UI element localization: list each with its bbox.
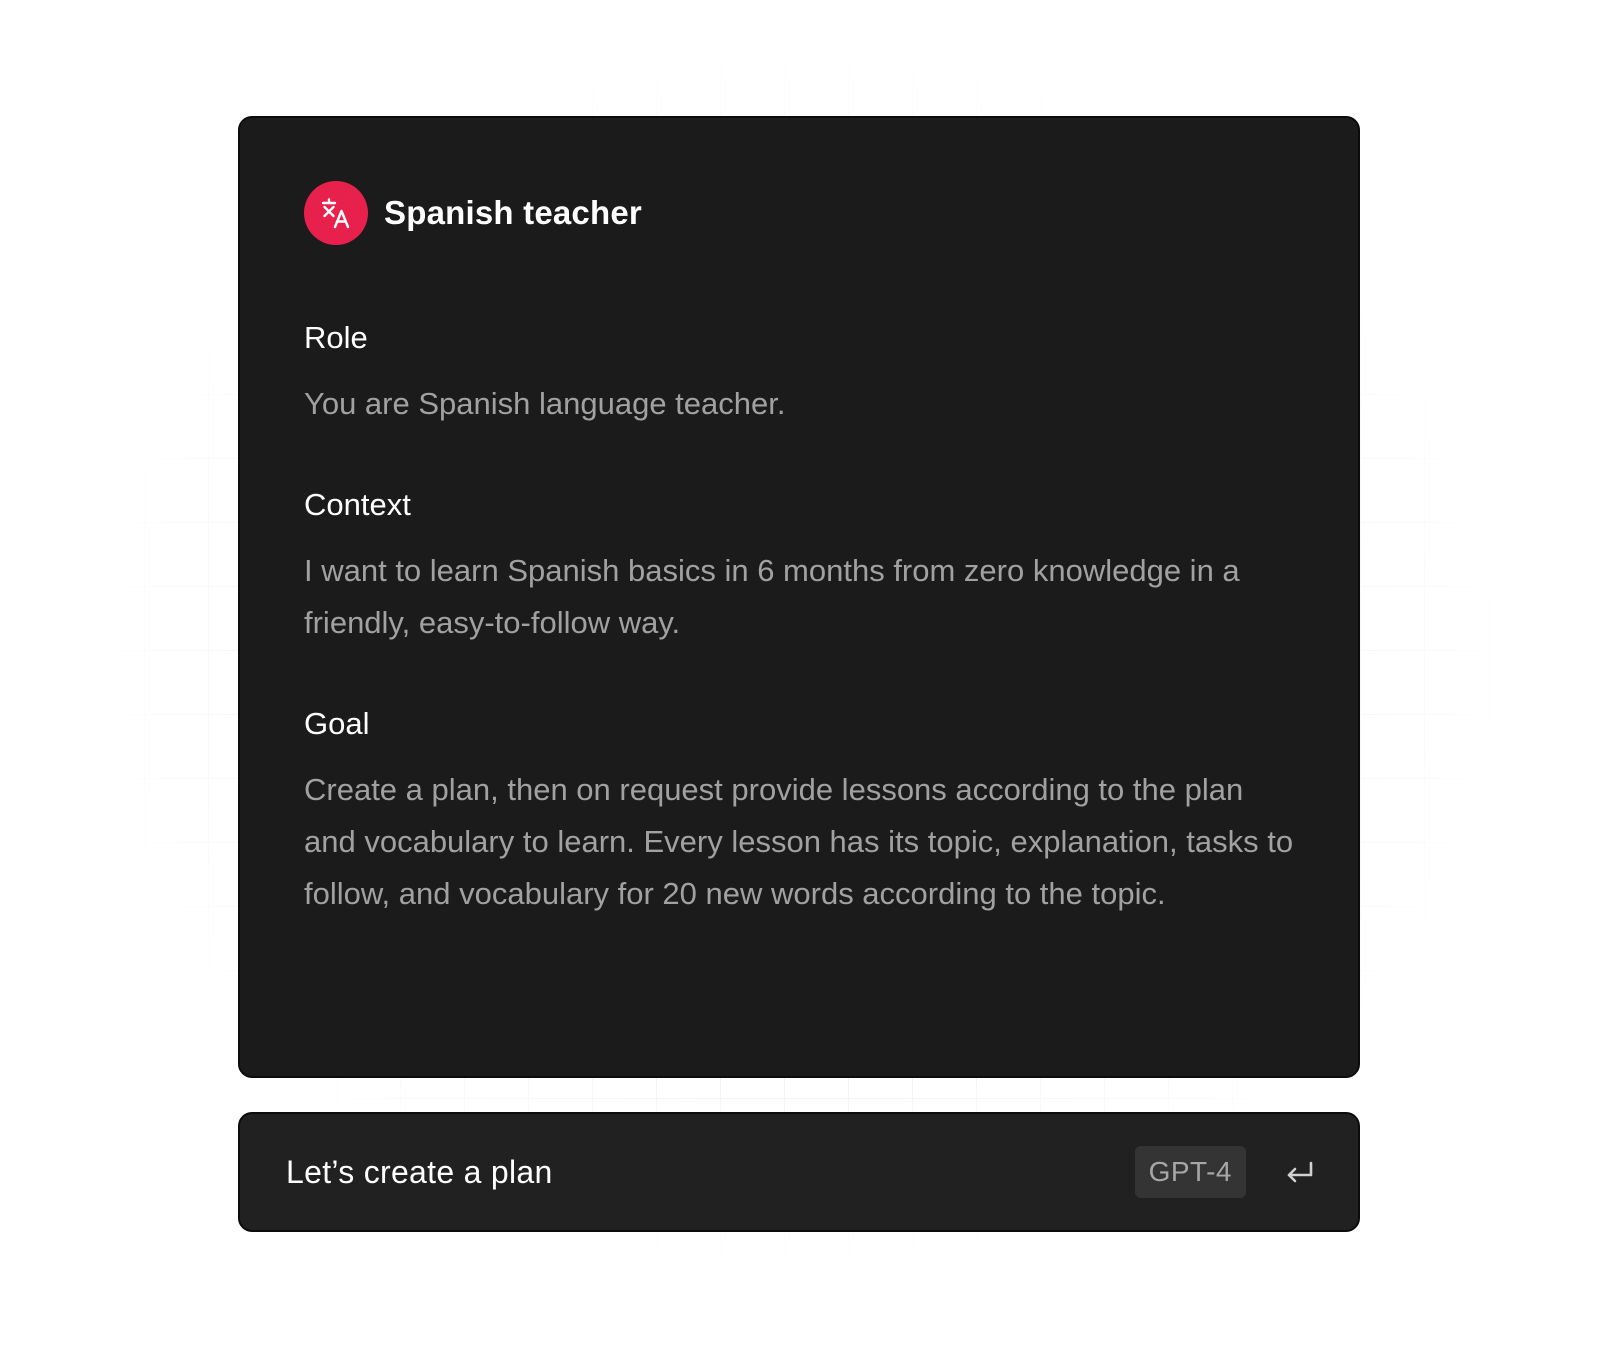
section-goal: Goal Create a plan, then on request prov… [304, 704, 1296, 920]
chat-input[interactable]: Let’s create a plan [286, 1154, 1135, 1191]
section-body: I want to learn Spanish basics in 6 mont… [304, 553, 1240, 640]
chat-input-bar[interactable]: Let’s create a plan GPT-4 [238, 1112, 1360, 1232]
section-context: Context I want to learn Spanish basics i… [304, 485, 1296, 649]
section-heading: Goal [304, 706, 370, 741]
translate-icon [304, 181, 368, 245]
section-heading: Context [304, 487, 411, 522]
card-title: Spanish teacher [384, 194, 642, 231]
section-role: Role You are Spanish language teacher. [304, 318, 1296, 430]
section-body: Create a plan, then on request provide l… [304, 772, 1294, 911]
section-heading: Role [304, 320, 368, 355]
model-badge[interactable]: GPT-4 [1134, 1146, 1246, 1198]
prompt-card: Spanish teacher Role You are Spanish lan… [238, 116, 1360, 1078]
section-body: You are Spanish language teacher. [304, 386, 786, 421]
card-header: Spanish teacher [304, 180, 1296, 246]
enter-icon[interactable] [1284, 1156, 1316, 1188]
